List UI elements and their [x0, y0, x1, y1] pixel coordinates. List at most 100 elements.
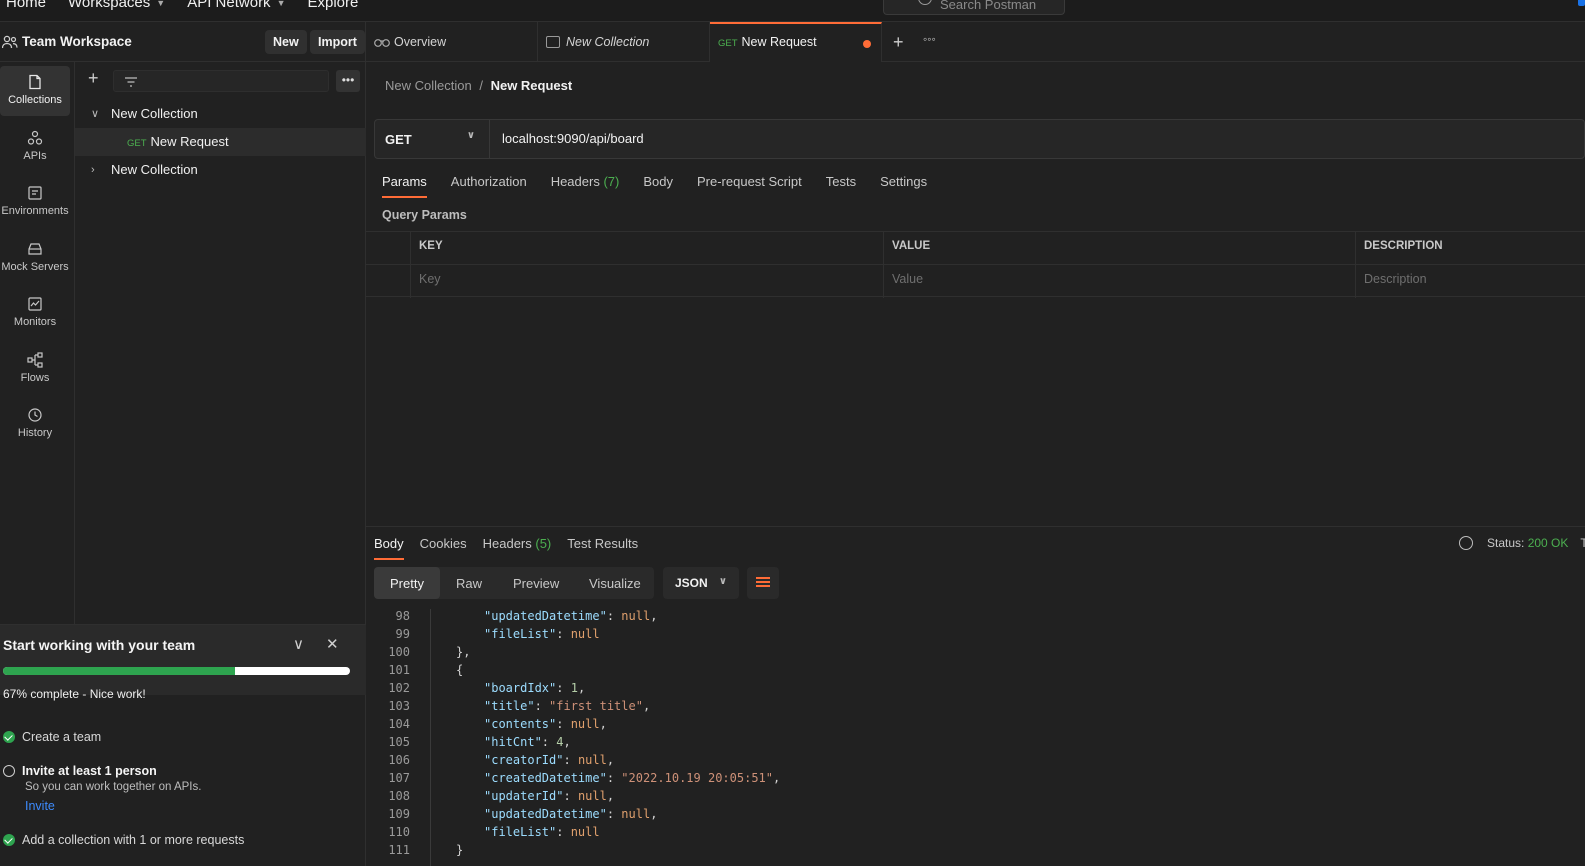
value-column: VALUE Value: [883, 232, 1355, 298]
query-params-title: Query Params: [382, 208, 467, 222]
nav-workspaces[interactable]: Workspaces ▼: [68, 0, 165, 11]
workspace-header: Team Workspace New Import: [0, 22, 366, 62]
tab-label: Headers: [550, 174, 600, 189]
key-column: KEY Key: [410, 232, 883, 298]
format-pretty[interactable]: Pretty: [374, 567, 440, 599]
globe-icon[interactable]: [1459, 536, 1473, 550]
format-raw[interactable]: Raw: [456, 567, 482, 599]
top-nav: Home Workspaces ▼ API Network ▼ Explore: [6, 0, 358, 11]
code-text: "boardIdx": 1,: [484, 681, 586, 695]
tree-toolbar: + •••: [75, 68, 366, 94]
workspace-title[interactable]: Team Workspace: [22, 34, 132, 49]
task-subtext: So you can work together on APIs.: [25, 781, 202, 793]
history-icon: [28, 408, 42, 422]
format-visualize[interactable]: Visualize: [589, 567, 641, 599]
close-icon[interactable]: ✕: [326, 635, 339, 653]
breadcrumb-parent[interactable]: New Collection: [385, 78, 472, 93]
more-tabs-icon[interactable]: ◦◦◦: [923, 32, 936, 46]
headers-count: (5): [535, 536, 552, 551]
line-number: 107: [388, 771, 410, 785]
filter-icon: [125, 77, 137, 87]
tab-settings[interactable]: Settings: [880, 174, 927, 198]
request-item[interactable]: GET New Request: [75, 128, 366, 156]
sidebar-item-apis[interactable]: APIs: [0, 122, 70, 172]
description-column: DESCRIPTION Description: [1355, 232, 1585, 298]
tab-label: Overview: [394, 35, 447, 49]
collection-item[interactable]: ∨ New Collection: [75, 100, 366, 128]
code-line: 110 "fileList": null: [366, 825, 1585, 843]
tab-cookies[interactable]: Cookies: [420, 536, 467, 560]
invite-link[interactable]: Invite: [25, 799, 55, 813]
account-badge[interactable]: [1578, 0, 1585, 6]
url-input[interactable]: localhost:9090/api/board: [502, 131, 644, 146]
method-badge: GET: [718, 38, 738, 49]
code-line: 111}: [366, 843, 1585, 861]
line-number: 98: [395, 609, 410, 623]
task-label: Create a team: [22, 730, 102, 744]
tab-collection[interactable]: New Collection: [538, 22, 710, 62]
breadcrumb-current[interactable]: New Request: [491, 78, 573, 93]
response-code[interactable]: 98 "updatedDatetime": null, 99 "fileList": …: [366, 609, 1585, 866]
search-input[interactable]: Search Postman: [883, 0, 1065, 15]
tab-headers[interactable]: Headers (7): [551, 174, 620, 198]
description-input[interactable]: Description: [1364, 272, 1427, 286]
task-label: Add a collection with 1 or more requests: [22, 833, 245, 847]
line-number: 103: [388, 699, 410, 713]
line-number: 100: [388, 645, 410, 659]
tab-response-headers[interactable]: Headers (5): [483, 536, 552, 560]
key-input[interactable]: Key: [419, 272, 441, 286]
add-icon[interactable]: +: [88, 68, 99, 89]
onboarding-panel: Start working with your team ∨ ✕ 67% com…: [0, 624, 366, 866]
breadcrumb-separator: /: [479, 78, 483, 93]
tab-prerequest[interactable]: Pre-request Script: [697, 174, 802, 198]
nav-api-network[interactable]: API Network ▼: [187, 0, 285, 11]
sidebar-item-collections[interactable]: Collections: [0, 66, 70, 116]
task-add-collection: Add a collection with 1 or more requests: [3, 833, 244, 847]
progress-bar: [3, 667, 350, 675]
code-line: 101 {: [366, 663, 1585, 681]
sidebar-item-mock-servers[interactable]: Mock Servers: [0, 233, 70, 283]
nav-explore[interactable]: Explore: [307, 0, 358, 11]
tab-tests[interactable]: Tests: [826, 174, 856, 198]
wrap-lines-icon[interactable]: [747, 567, 779, 599]
line-number: 99: [395, 627, 410, 641]
onboarding-header: Start working with your team ∨ ✕ 67% com…: [0, 625, 366, 701]
value-input[interactable]: Value: [892, 272, 923, 286]
format-preview[interactable]: Preview: [513, 567, 559, 599]
new-button[interactable]: New: [265, 30, 307, 54]
method-select[interactable]: GET ∨: [375, 120, 490, 158]
response-divider[interactable]: [366, 526, 1585, 527]
collapse-icon[interactable]: ∨: [293, 635, 304, 653]
more-options-icon[interactable]: •••: [336, 70, 360, 92]
tab-response-body[interactable]: Body: [374, 536, 404, 560]
language-select[interactable]: JSON ∨: [663, 567, 739, 599]
sidebar-item-flows[interactable]: Flows: [0, 344, 70, 394]
sidebar-item-monitors[interactable]: Monitors: [0, 288, 70, 338]
tab-overview[interactable]: Overview: [366, 22, 538, 62]
progress-text: 67% complete - Nice work!: [3, 687, 146, 701]
code-text: "hitCnt": 4,: [484, 735, 571, 749]
chevron-down-icon: ∨: [718, 576, 727, 587]
collection-item[interactable]: › New Collection: [75, 156, 366, 184]
filter-input[interactable]: [113, 70, 329, 92]
status-value[interactable]: 200 OK: [1528, 536, 1569, 550]
tab-test-results[interactable]: Test Results: [567, 536, 638, 560]
line-number: 105: [388, 735, 410, 749]
tab-authorization[interactable]: Authorization: [451, 174, 527, 198]
nav-home[interactable]: Home: [6, 0, 46, 11]
sidebar-item-history[interactable]: History: [0, 399, 70, 449]
line-number: 102: [388, 681, 410, 695]
overview-icon: [374, 39, 390, 47]
code-line: 109 "updatedDatetime": null,: [366, 807, 1585, 825]
sidebar-item-environments[interactable]: Environments: [0, 177, 70, 227]
code-line: 105 "hitCnt": 4,: [366, 735, 1585, 753]
import-button[interactable]: Import: [310, 30, 365, 54]
new-tab-icon[interactable]: +: [893, 32, 904, 53]
status-label: Status:: [1487, 536, 1525, 550]
tab-params[interactable]: Params: [382, 174, 427, 198]
environments-icon: [28, 186, 42, 200]
tab-body[interactable]: Body: [643, 174, 673, 198]
task-invite: Invite at least 1 person: [3, 764, 157, 778]
sidebar-item-label: APIs: [23, 150, 47, 162]
tab-request[interactable]: GET New Request: [710, 22, 882, 62]
